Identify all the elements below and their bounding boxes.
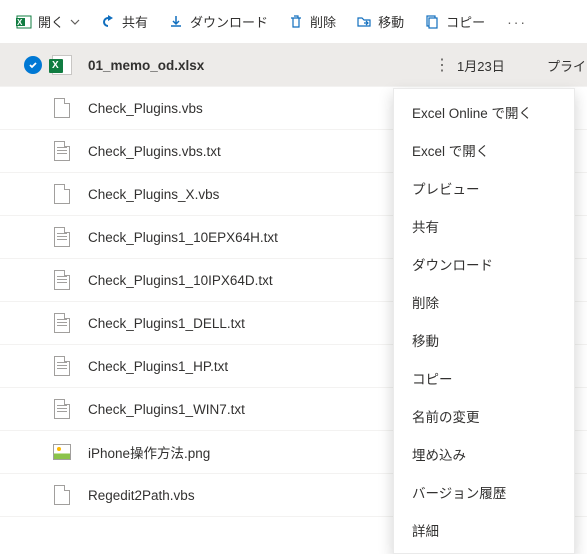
file-name: Check_Plugins.vbs.txt xyxy=(78,144,427,159)
copy-button[interactable]: コピー xyxy=(416,8,493,35)
text-file-icon xyxy=(54,356,70,376)
trash-icon xyxy=(288,14,304,30)
image-file-icon xyxy=(53,444,71,460)
chevron-down-icon xyxy=(70,17,80,27)
ctx-details[interactable]: 詳細 xyxy=(394,511,574,549)
open-button[interactable]: X 開く xyxy=(8,8,88,35)
copy-icon xyxy=(424,14,440,30)
file-name: Check_Plugins.vbs xyxy=(78,101,427,116)
text-file-icon xyxy=(54,399,70,419)
text-file-icon xyxy=(54,313,70,333)
text-file-icon xyxy=(54,227,70,247)
file-name: Check_Plugins1_10EPX64H.txt xyxy=(78,230,427,245)
file-name: Check_Plugins1_HP.txt xyxy=(78,359,427,374)
ctx-copy[interactable]: コピー xyxy=(394,359,574,397)
ctx-open-online[interactable]: Excel Online で開く xyxy=(394,93,574,131)
share-label: 共有 xyxy=(122,12,148,31)
share-button[interactable]: 共有 xyxy=(92,8,156,35)
row-menu-button[interactable]: ⋮ xyxy=(427,55,457,75)
file-row-selected[interactable]: 01_memo_od.xlsx ⋮ 1月23日 プライ xyxy=(0,44,587,87)
move-icon xyxy=(356,14,372,30)
delete-label: 削除 xyxy=(310,12,336,31)
generic-file-icon xyxy=(54,485,70,505)
generic-file-icon xyxy=(54,184,70,204)
download-button[interactable]: ダウンロード xyxy=(160,8,276,35)
open-label: 開く xyxy=(38,12,64,31)
copy-label: コピー xyxy=(446,12,485,31)
ctx-embed[interactable]: 埋め込み xyxy=(394,435,574,473)
file-name: Check_Plugins1_WIN7.txt xyxy=(78,402,427,417)
excel-file-icon xyxy=(52,55,72,75)
download-icon xyxy=(168,14,184,30)
move-button[interactable]: 移動 xyxy=(348,8,412,35)
download-label: ダウンロード xyxy=(190,12,268,31)
ctx-share[interactable]: 共有 xyxy=(394,207,574,245)
file-name: Regedit2Path.vbs xyxy=(78,488,427,503)
delete-button[interactable]: 削除 xyxy=(280,8,344,35)
text-file-icon xyxy=(54,141,70,161)
share-icon xyxy=(100,14,116,30)
svg-text:X: X xyxy=(17,18,23,27)
excel-app-icon: X xyxy=(16,14,32,30)
file-date: 1月23日 xyxy=(457,56,547,75)
ctx-download[interactable]: ダウンロード xyxy=(394,245,574,283)
ctx-move[interactable]: 移動 xyxy=(394,321,574,359)
generic-file-icon xyxy=(54,98,70,118)
ctx-open-excel[interactable]: Excel で開く xyxy=(394,131,574,169)
ctx-version[interactable]: バージョン履歴 xyxy=(394,473,574,511)
file-name: iPhone操作方法.png xyxy=(78,442,427,462)
ctx-delete[interactable]: 削除 xyxy=(394,283,574,321)
file-name: Check_Plugins1_10IPX64D.txt xyxy=(78,273,427,288)
selection-checkmark[interactable] xyxy=(24,56,42,74)
context-menu: Excel Online で開く Excel で開く プレビュー 共有 ダウンロ… xyxy=(393,88,575,554)
toolbar-more-button[interactable]: ··· xyxy=(497,10,537,34)
text-file-icon xyxy=(54,270,70,290)
ctx-rename[interactable]: 名前の変更 xyxy=(394,397,574,435)
file-name: Check_Plugins_X.vbs xyxy=(78,187,427,202)
move-label: 移動 xyxy=(378,12,404,31)
file-privacy: プライ xyxy=(547,56,587,75)
ctx-preview[interactable]: プレビュー xyxy=(394,169,574,207)
file-name: 01_memo_od.xlsx xyxy=(78,58,427,73)
toolbar: X 開く 共有 ダウンロード 削除 移動 コピー ··· xyxy=(0,0,587,44)
file-name: Check_Plugins1_DELL.txt xyxy=(78,316,427,331)
